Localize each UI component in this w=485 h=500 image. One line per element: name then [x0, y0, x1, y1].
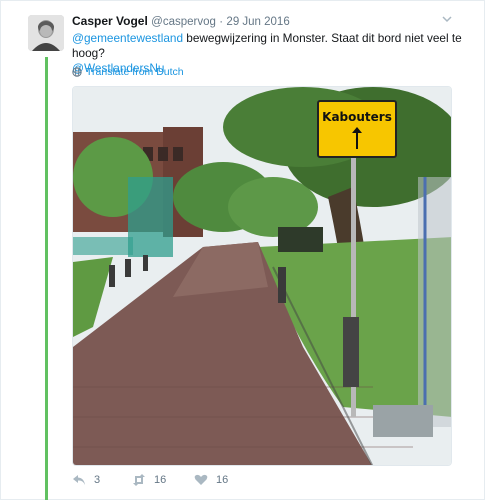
chevron-down-icon[interactable]	[441, 14, 453, 24]
mention-link[interactable]: @gemeentewestland	[72, 31, 183, 45]
globe-icon	[72, 67, 82, 77]
author-name[interactable]: Casper Vogel	[72, 14, 148, 28]
tweet-actions: 3 16 16	[72, 474, 372, 490]
tweet-header: Casper Vogel @caspervog · 29 Jun 2016	[72, 14, 452, 32]
tweet-card[interactable]: Casper Vogel @caspervog · 29 Jun 2016 @g…	[0, 0, 485, 500]
tweet-photo[interactable]: Kabouters	[72, 86, 452, 466]
reply-count: 3	[94, 474, 101, 486]
like-count: 16	[216, 474, 229, 486]
sign-text: Kabouters	[322, 110, 392, 124]
header-separator: ·	[219, 16, 224, 28]
translate-label: Translate from Dutch	[86, 66, 184, 78]
author-handle[interactable]: @caspervog	[151, 16, 216, 28]
retweet-count: 16	[154, 474, 167, 486]
reply-button[interactable]: 3	[72, 474, 100, 486]
tweet-date[interactable]: 29 Jun 2016	[226, 16, 289, 28]
avatar[interactable]	[28, 15, 64, 51]
translate-link[interactable]: Translate from Dutch	[72, 66, 184, 78]
retweet-button[interactable]: 16	[132, 474, 166, 486]
heart-icon	[194, 474, 208, 485]
retweet-icon	[133, 474, 145, 486]
reply-icon	[73, 475, 85, 485]
thread-line	[45, 57, 48, 500]
like-button[interactable]: 16	[194, 474, 228, 486]
